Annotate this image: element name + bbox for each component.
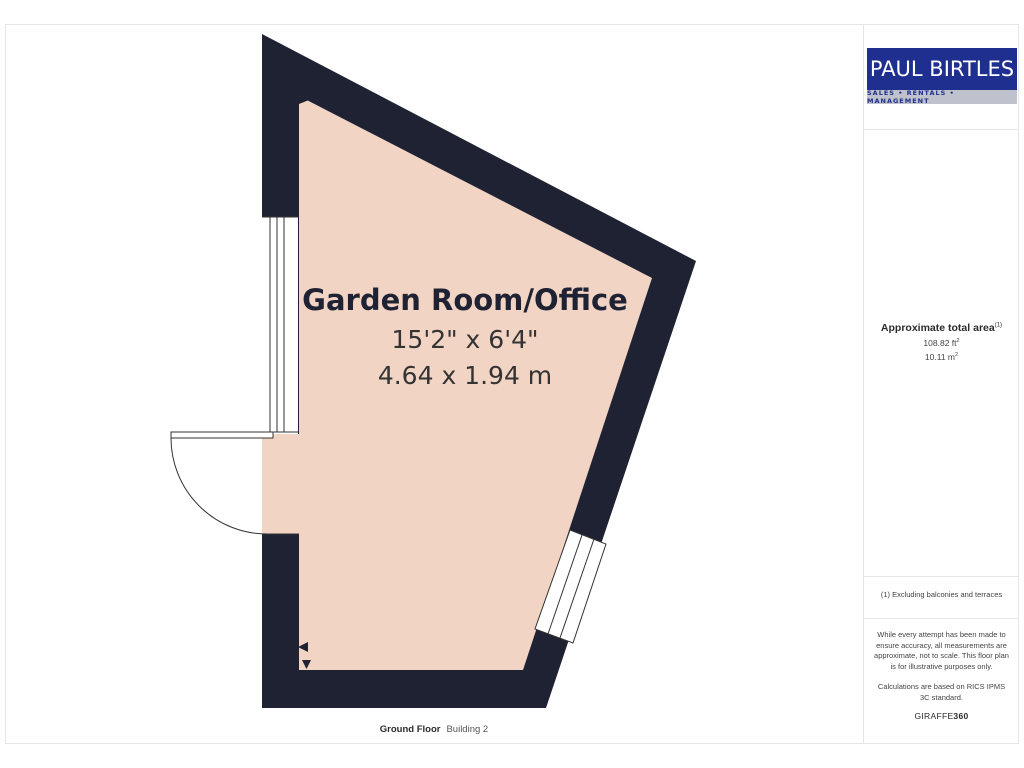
- disclaimer: While every attempt has been made to ens…: [874, 630, 1009, 713]
- info-sidebar: PAUL BIRTLES SALES • RENTALS • MANAGEMEN…: [863, 24, 1019, 744]
- logo-name: PAUL BIRTLES: [867, 48, 1017, 90]
- room-dimensions-imperial: 15'2" x 6'4": [392, 325, 539, 354]
- disclaimer-standard: Calculations are based on RICS IPMS 3C s…: [877, 682, 1006, 702]
- total-area: Approximate total area(1) 108.82 ft2 10.…: [864, 322, 1019, 362]
- giraffe360-logo: GIRAFFE360: [864, 711, 1019, 721]
- area-title-text: Approximate total area: [880, 322, 995, 334]
- floor-name: Ground Floor: [379, 724, 441, 735]
- building-name: Building 2: [446, 724, 489, 735]
- agency-logo: PAUL BIRTLES SALES • RENTALS • MANAGEMEN…: [867, 48, 1017, 105]
- door-leaf: [170, 431, 274, 439]
- logo-tagline: SALES • RENTALS • MANAGEMENT: [867, 89, 1017, 105]
- door-opening: [262, 434, 300, 534]
- footnote: (1) Excluding balconies and terraces: [880, 590, 1003, 599]
- brand-part2: 360: [953, 711, 969, 721]
- area-imperial: 108.82 ft2: [864, 338, 1019, 348]
- area-footnote-marker: (1): [994, 322, 1003, 329]
- disclaimer-accuracy: While every attempt has been made to ens…: [874, 630, 1009, 671]
- area-metric: 10.11 m2: [864, 352, 1019, 362]
- door-swing-arc: [170, 437, 268, 535]
- sidebar-divider: [864, 618, 1019, 619]
- area-imperial-value: 108.82 ft: [923, 338, 957, 348]
- room-dimensions-metric: 4.64 x 1.94 m: [378, 361, 552, 390]
- sidebar-divider: [864, 576, 1019, 577]
- floor-plan: Garden Room/Office 15'2" x 6'4" 4.64 x 1…: [5, 24, 863, 744]
- area-title: Approximate total area(1): [864, 322, 1019, 334]
- floor-caption: Ground Floor Building 2: [5, 724, 863, 735]
- left-window: [262, 217, 298, 434]
- sidebar-divider: [864, 129, 1019, 130]
- unit-superscript: 2: [956, 338, 960, 345]
- brand-part1: GIRAFFE: [914, 711, 954, 721]
- unit-superscript: 2: [955, 352, 959, 359]
- area-metric-value: 10.11 m: [924, 352, 956, 362]
- floor-plan-drawing: Garden Room/Office 15'2" x 6'4" 4.64 x 1…: [170, 34, 696, 708]
- room-name: Garden Room/Office: [302, 283, 628, 317]
